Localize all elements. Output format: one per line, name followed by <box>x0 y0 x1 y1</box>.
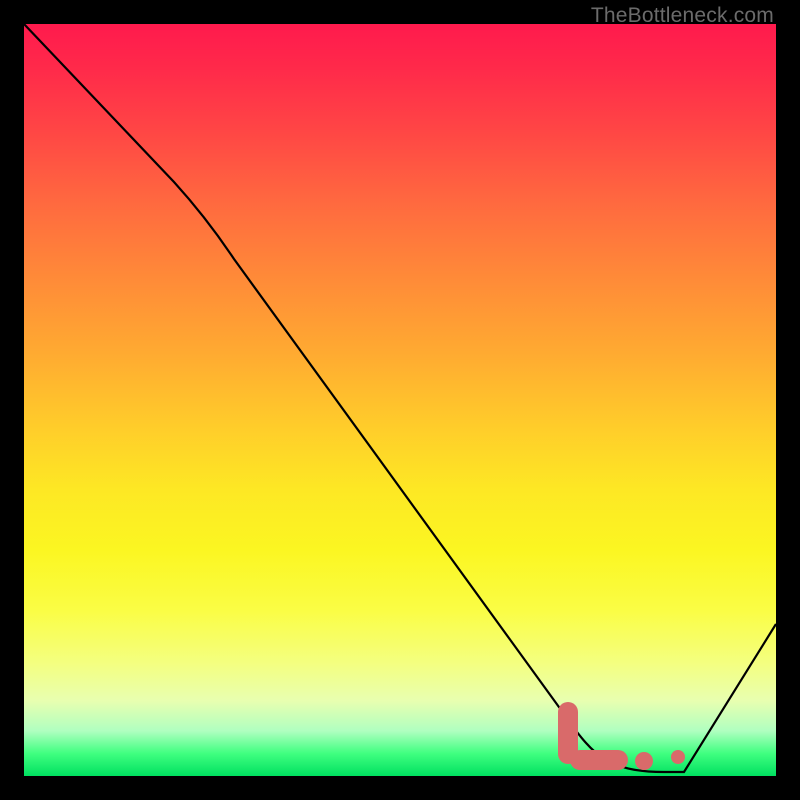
bottleneck-curve <box>24 24 776 772</box>
chart-svg <box>24 24 776 776</box>
marker-optimal-range-bottom <box>570 750 628 770</box>
marker-optimal-range-end <box>671 750 685 764</box>
marker-optimal-range-mid2 <box>635 752 653 770</box>
